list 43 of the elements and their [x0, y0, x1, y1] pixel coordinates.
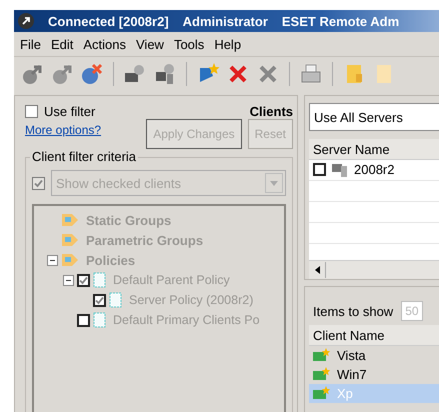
checkbox[interactable]	[93, 294, 106, 306]
document-icon	[93, 272, 106, 288]
globe-x-icon[interactable]	[80, 62, 104, 86]
pc-arrow-icon[interactable]	[20, 62, 44, 86]
client-row[interactable]: Vista	[309, 346, 439, 365]
folder-icon	[61, 252, 79, 268]
menu-item[interactable]: File	[20, 36, 41, 52]
checkbox[interactable]	[313, 163, 326, 176]
checkbox[interactable]	[77, 314, 90, 326]
computer-star-icon	[313, 348, 331, 364]
menu-item[interactable]: Actions	[83, 36, 126, 52]
folder-icon	[61, 212, 79, 228]
document-icon	[109, 292, 122, 308]
computer-star-icon	[313, 386, 331, 402]
collapse-toggle[interactable]	[63, 274, 74, 286]
computer-star-icon	[313, 366, 331, 382]
menu-item[interactable]: Help	[214, 36, 242, 52]
section-title: Clients	[250, 104, 293, 119]
scrollbar[interactable]	[309, 260, 439, 279]
left-arrow-icon	[314, 266, 320, 274]
window-title: ESET Remote Adm	[282, 14, 400, 28]
column-header[interactable]: Client Name	[309, 325, 439, 346]
menu-item[interactable]: Edit	[50, 36, 74, 52]
server-dropdown[interactable]: Use All Servers	[309, 103, 439, 131]
pc-arrow-icon[interactable]	[50, 62, 74, 86]
checkbox[interactable]	[77, 274, 90, 286]
client-row[interactable]: Win7	[309, 365, 439, 384]
items-to-show-label: Items to show	[313, 304, 394, 318]
group-legend: Client filter criteria	[30, 149, 138, 164]
use-filter-checkbox[interactable]: Use filter	[25, 104, 96, 119]
window-title: Connected [2008r2]	[48, 14, 169, 28]
collapse-toggle[interactable]	[47, 254, 58, 266]
menu-item[interactable]: View	[136, 36, 164, 52]
app-logo-icon	[18, 13, 34, 29]
caret-icon	[270, 180, 278, 186]
more-options-link[interactable]: More options?	[25, 123, 102, 137]
window-title: Administrator	[182, 14, 268, 28]
column-header[interactable]: Server Name	[309, 139, 439, 160]
server-name: 2008r2	[354, 162, 394, 177]
menu-item[interactable]: Tools	[174, 36, 204, 52]
document-icon	[93, 312, 106, 328]
folder-icon	[61, 232, 79, 248]
server-icon	[332, 162, 348, 176]
